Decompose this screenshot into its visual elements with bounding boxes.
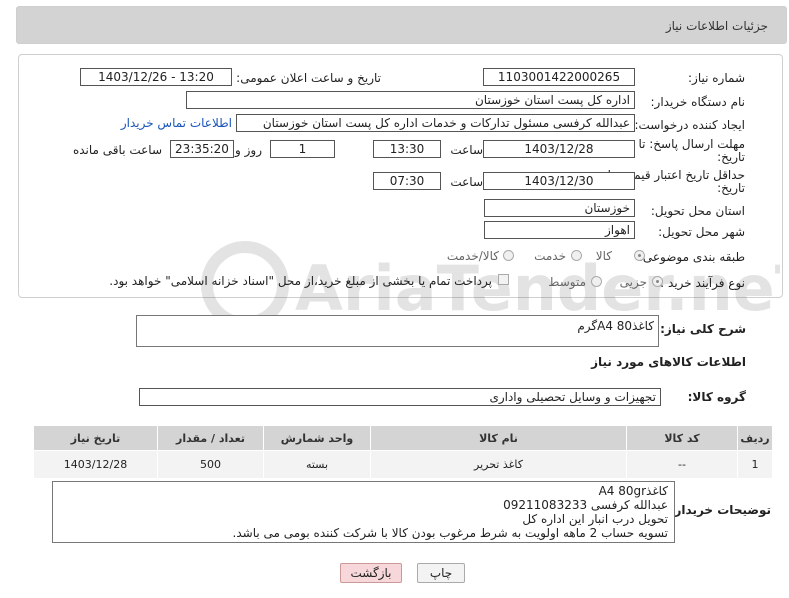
col-name: نام کالا xyxy=(370,425,627,451)
reply-deadline-date-field: 1403/12/28 xyxy=(483,140,635,158)
page-header: جزئیات اطلاعات نیاز xyxy=(16,6,787,44)
col-code: کد کالا xyxy=(626,425,738,451)
cell-date: 1403/12/28 xyxy=(33,450,158,479)
price-validity-date-field: 1403/12/30 xyxy=(483,172,635,190)
buyer-contact-link[interactable]: اطلاعات تماس خریدار xyxy=(121,116,232,130)
buyer-notes-label: توضیحات خریدار: xyxy=(669,503,771,517)
treasury-payment-checkbox[interactable] xyxy=(498,274,509,285)
need-number-field: 1103001422000265 xyxy=(483,68,635,86)
announce-datetime-label: تاریخ و ساعت اعلان عمومی: xyxy=(236,71,381,85)
buyer-notes-line: عبدالله کرفسی 09211083233 xyxy=(503,498,668,512)
process-radio-minor[interactable] xyxy=(652,276,663,287)
buyer-notes-field: کاغذA4 80gr عبدالله کرفسی 09211083233 تح… xyxy=(52,481,675,543)
back-button[interactable]: بازگشت xyxy=(340,563,402,583)
province-field: خوزستان xyxy=(484,199,635,217)
col-date: تاریخ نیاز xyxy=(33,425,158,451)
col-unit: واحد شمارش xyxy=(263,425,371,451)
process-option-medium: متوسط xyxy=(548,275,586,289)
price-validity-time-label: ساعت xyxy=(450,175,483,189)
buyer-notes-line: کاغذA4 80gr xyxy=(598,484,668,498)
remaining-time-label: ساعت باقی مانده xyxy=(72,143,162,157)
goods-info-title: اطلاعات کالاهای مورد نیاز xyxy=(591,355,746,369)
reply-time-field: 13:30 xyxy=(373,140,441,158)
process-option-minor: جزیی xyxy=(619,275,647,289)
cell-qty: 500 xyxy=(157,450,264,479)
cell-unit: بسته xyxy=(263,450,371,479)
need-number-label: شماره نیاز: xyxy=(688,71,745,85)
treasury-payment-note: پرداخت تمام یا بخشی از مبلغ خرید،از محل … xyxy=(109,274,492,288)
reply-deadline-date-label: تاریخ: xyxy=(717,150,745,164)
col-qty: تعداد / مقدار xyxy=(157,425,264,451)
category-option-goods: کالا xyxy=(595,249,612,263)
description-label: شرح کلی نیاز: xyxy=(660,322,746,336)
page-title: جزئیات اطلاعات نیاز xyxy=(665,19,768,33)
process-radio-medium[interactable] xyxy=(591,276,602,287)
buyer-org-label: نام دستگاه خریدار: xyxy=(650,95,746,109)
buyer-notes-line: تسویه حساب 2 ماهه اولویت به شرط مرغوب بو… xyxy=(232,526,668,540)
print-button[interactable]: چاپ xyxy=(417,563,465,583)
table-row: 1 -- کاغذ تحریر بسته 500 1403/12/28 xyxy=(33,450,773,479)
process-type-label: نوع فرآیند خرید : xyxy=(660,276,745,290)
reply-time-label: ساعت xyxy=(450,143,483,157)
remaining-time-field: 23:35:20 xyxy=(170,140,234,158)
goods-group-label: گروه کالا: xyxy=(687,390,746,404)
category-option-goods-service: کالا/خدمت xyxy=(446,249,499,263)
remaining-days-label: روز و xyxy=(235,143,262,157)
announce-datetime-field: 1403/12/26 - 13:20 xyxy=(80,68,232,86)
province-label: استان محل تحویل: xyxy=(650,204,745,218)
price-validity-time-field: 07:30 xyxy=(373,172,441,190)
items-table: ردیف کد کالا نام کالا واحد شمارش تعداد /… xyxy=(33,425,773,479)
items-table-header: ردیف کد کالا نام کالا واحد شمارش تعداد /… xyxy=(33,425,773,451)
buyer-org-field: اداره کل پست استان خوزستان xyxy=(186,91,635,109)
goods-group-field: تجهیزات و وسایل تحصیلی واداری xyxy=(139,388,661,406)
requester-field: عبدالله کرفسی مسئول تدارکات و خدمات ادار… xyxy=(236,114,635,132)
requester-label: ایجاد کننده درخواست: xyxy=(634,118,745,132)
city-label: شهر محل تحویل: xyxy=(658,225,745,239)
category-radio-goods-service[interactable] xyxy=(503,250,514,261)
reply-deadline-label: مهلت ارسال پاسخ: تا xyxy=(638,137,745,151)
price-validity-date-label: تاریخ: xyxy=(717,181,745,195)
cell-row: 1 xyxy=(737,450,773,479)
description-field: کاغذA4 80گرم xyxy=(136,315,659,347)
buyer-notes-line: تحویل درب انبار این اداره کل xyxy=(522,512,668,526)
col-row: ردیف xyxy=(737,425,773,451)
cell-code: -- xyxy=(626,450,738,479)
category-label: طبقه بندی موضوعی: xyxy=(638,250,745,264)
cell-name: کاغذ تحریر xyxy=(370,450,627,479)
category-radio-goods[interactable] xyxy=(634,250,645,261)
city-field: اهواز xyxy=(484,221,635,239)
category-radio-service[interactable] xyxy=(571,250,582,261)
remaining-days-field: 1 xyxy=(270,140,335,158)
category-option-service: خدمت xyxy=(534,249,566,263)
